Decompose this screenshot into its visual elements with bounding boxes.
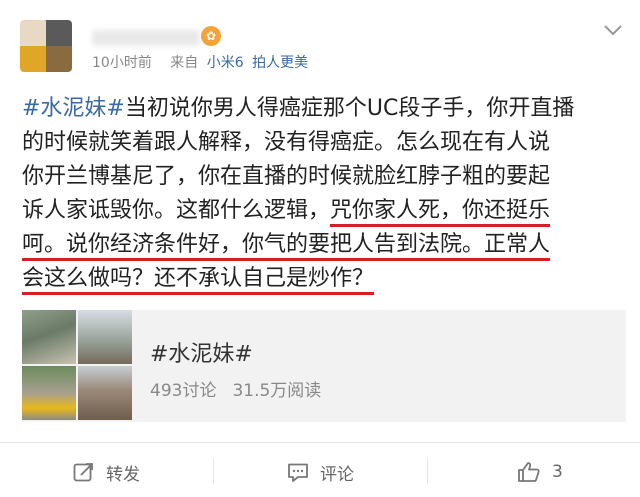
text-segment: 你开兰博基尼了，你在直播的时候就脸红脖子粗的要起 — [22, 164, 551, 189]
comment-label: 评论 — [320, 464, 354, 485]
avatar[interactable] — [20, 20, 72, 72]
post-meta: 10小时前 来自 小米6 拍人更美 — [92, 52, 308, 72]
read-count: 31.5万阅读 — [232, 381, 322, 401]
discussion-count: 493讨论 — [150, 381, 217, 401]
thumbnail-image — [78, 310, 132, 364]
underlined-segment: 呵。说你经济条件好，你气的要把人告到法院。正常人 — [22, 232, 551, 261]
topic-thumbnail-collage — [22, 310, 134, 422]
username-blurred[interactable] — [92, 30, 200, 46]
text-line: 会这么做吗？还不承认自己是炒作？ — [22, 262, 620, 296]
text-line: 你开兰博基尼了，你在直播的时候就脸红脖子粗的要起 — [22, 160, 620, 194]
thumbnail-image — [78, 366, 132, 420]
hashtag-link[interactable]: #水泥妹# — [22, 96, 125, 121]
text-segment: 的时候就笑着跟人解释，没有得癌症。怎么现在有人说 — [22, 130, 551, 155]
topic-card[interactable]: #水泥妹# 493讨论 31.5万阅读 — [22, 310, 626, 422]
repost-label: 转发 — [106, 464, 140, 485]
topic-title: #水泥妹# — [150, 342, 253, 367]
text-segment: 诉人家诋毁你。这都什么逻辑， — [22, 198, 331, 223]
divider — [0, 442, 640, 443]
text-line: 呵。说你经济条件好，你气的要把人告到法院。正常人 — [22, 228, 620, 262]
repost-icon — [73, 463, 93, 482]
underlined-segment: 会这么做吗？还不承认自己是炒作？ — [22, 266, 375, 295]
avatar-pixel — [20, 46, 46, 72]
avatar-pixel — [46, 46, 72, 72]
thumbnail-image — [22, 366, 76, 420]
like-count: 3 — [552, 462, 563, 482]
source-device[interactable]: 小米6 — [207, 55, 244, 71]
action-separator — [427, 458, 428, 484]
repost-button[interactable]: 转发 — [72, 456, 140, 488]
text-line: 诉人家诋毁你。这都什么逻辑，咒你家人死，你还挺乐 — [22, 194, 620, 228]
text-line: 的时候就笑着跟人解释，没有得癌症。怎么现在有人说 — [22, 126, 620, 160]
medal-icon: ✿ — [201, 26, 221, 46]
underlined-segment: 咒你家人死，你还挺乐 — [330, 198, 551, 227]
comment-icon — [288, 463, 308, 482]
comment-button[interactable]: 评论 — [286, 456, 354, 488]
action-separator — [213, 458, 214, 484]
text-line: #水泥妹#当初说你男人得癌症那个UC段子手，你开直播 — [22, 92, 620, 126]
chevron-down-icon[interactable] — [602, 22, 624, 38]
thumbnail-image — [22, 310, 76, 364]
source-slogan[interactable]: 拍人更美 — [252, 55, 308, 71]
topic-stats: 493讨论 31.5万阅读 — [150, 376, 321, 401]
text-segment: 当初说你男人得癌症那个UC段子手，你开直播 — [124, 96, 575, 121]
thumbs-up-icon — [518, 462, 540, 482]
post-time: 10小时前 — [92, 55, 152, 71]
avatar-pixel — [46, 20, 72, 46]
post-text: #水泥妹#当初说你男人得癌症那个UC段子手，你开直播 的时候就笑着跟人解释，没有… — [22, 92, 620, 296]
like-button[interactable]: 3 — [516, 456, 563, 488]
avatar-pixel — [20, 20, 46, 46]
source-prefix: 来自 — [170, 55, 199, 71]
